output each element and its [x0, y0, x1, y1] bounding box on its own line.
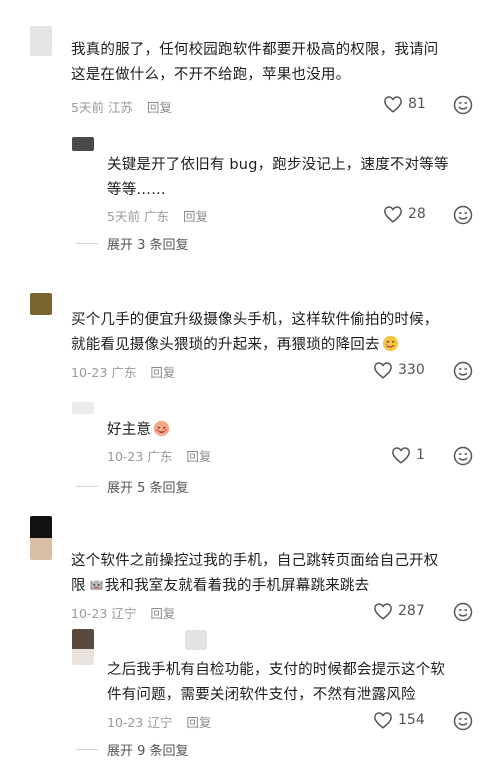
emoji-reaction-icon[interactable] — [453, 446, 473, 466]
avatar[interactable] — [72, 402, 94, 414]
reply-button[interactable]: 回复 — [186, 449, 211, 464]
comment-text: 我真的服了，任何校园跑软件都要开极高的权限，我请问 这是在做什么，不开不给跑，苹… — [71, 42, 439, 83]
divider — [76, 486, 98, 487]
location: 广东 — [111, 365, 137, 380]
emoji-reaction-icon[interactable] — [453, 95, 473, 115]
heart-icon — [391, 446, 411, 464]
expand-replies-button[interactable]: 展开 5 条回复 — [76, 477, 189, 496]
crying-cat-emoji-icon — [88, 576, 105, 593]
like-count: 28 — [408, 206, 426, 222]
avatar[interactable] — [72, 137, 94, 151]
comment-meta: 10-23 广东 回复 — [107, 446, 211, 465]
expand-replies-label: 展开 9 条回复 — [107, 744, 189, 759]
like-button[interactable]: 330 — [373, 361, 425, 379]
avatar[interactable] — [30, 26, 52, 56]
emoji-reaction-icon[interactable] — [453, 711, 473, 731]
comment-meta: 5天前 广东 回复 — [107, 206, 208, 225]
avatar[interactable] — [72, 629, 94, 665]
heart-icon — [373, 711, 393, 729]
comment-text: 好主意 — [107, 418, 307, 443]
reply-button[interactable]: 回复 — [150, 365, 175, 380]
divider — [76, 243, 98, 244]
timestamp: 5天前 — [107, 209, 140, 224]
comment-meta: 10-23 广东 回复 — [71, 362, 175, 381]
location: 辽宁 — [147, 715, 173, 730]
comment-text: 之后我手机有自检功能，支付的时候都会提示这个软 件有问题，需要关闭软件支付，不然… — [107, 662, 446, 703]
reply-button[interactable]: 回复 — [147, 100, 172, 115]
comment-meta: 10-23 辽宁 回复 — [107, 712, 211, 731]
redacted-username — [185, 630, 207, 650]
shy-emoji-icon — [153, 420, 170, 437]
expand-replies-label: 展开 5 条回复 — [107, 481, 189, 496]
like-button[interactable]: 287 — [373, 602, 425, 620]
comment-meta: 10-23 辽宁 回复 — [71, 603, 175, 622]
emoji-reaction-icon[interactable] — [453, 205, 473, 225]
expand-replies-button[interactable]: 展开 9 条回复 — [76, 740, 189, 759]
like-count: 154 — [398, 712, 425, 728]
timestamp: 10-23 — [107, 449, 144, 464]
comment-text: 这个软件之前操控过我的手机，自己跳转页面给自己开权 限我和我室友就看着我的手机屏… — [71, 553, 439, 594]
avatar[interactable] — [30, 516, 52, 560]
reply-button[interactable]: 回复 — [183, 209, 208, 224]
emoji-reaction-icon[interactable] — [453, 602, 473, 622]
location: 广东 — [143, 209, 169, 224]
location: 辽宁 — [111, 606, 137, 621]
reply-button[interactable]: 回复 — [186, 715, 211, 730]
heart-icon — [373, 361, 393, 379]
like-count: 1 — [416, 447, 425, 463]
heart-icon — [373, 602, 393, 620]
heart-icon — [383, 205, 403, 223]
comment-meta: 5天前 江苏 回复 — [71, 97, 172, 116]
smirk-emoji-icon — [382, 335, 399, 352]
like-count: 287 — [398, 603, 425, 619]
like-button[interactable]: 81 — [383, 95, 426, 113]
location: 江苏 — [107, 100, 133, 115]
timestamp: 10-23 — [71, 365, 108, 380]
location: 广东 — [147, 449, 173, 464]
comment-text: 关键是开了依旧有 bug，跑步没记上，速度不对等等 等等…… — [107, 157, 449, 198]
like-button[interactable]: 154 — [373, 711, 425, 729]
expand-replies-label: 展开 3 条回复 — [107, 238, 189, 253]
like-button[interactable]: 28 — [383, 205, 426, 223]
avatar[interactable] — [30, 293, 52, 315]
expand-replies-button[interactable]: 展开 3 条回复 — [76, 234, 189, 253]
timestamp: 5天前 — [71, 100, 104, 115]
like-count: 330 — [398, 362, 425, 378]
divider — [76, 749, 98, 750]
emoji-reaction-icon[interactable] — [453, 361, 473, 381]
timestamp: 10-23 — [107, 715, 144, 730]
like-button[interactable]: 1 — [391, 446, 425, 464]
heart-icon — [383, 95, 403, 113]
like-count: 81 — [408, 96, 426, 112]
timestamp: 10-23 — [71, 606, 108, 621]
reply-button[interactable]: 回复 — [150, 606, 175, 621]
comment-text: 买个几手的便宜升级摄像头手机，这样软件偷拍的时候， 就能看见摄像头猥琐的升起来，… — [71, 312, 439, 353]
